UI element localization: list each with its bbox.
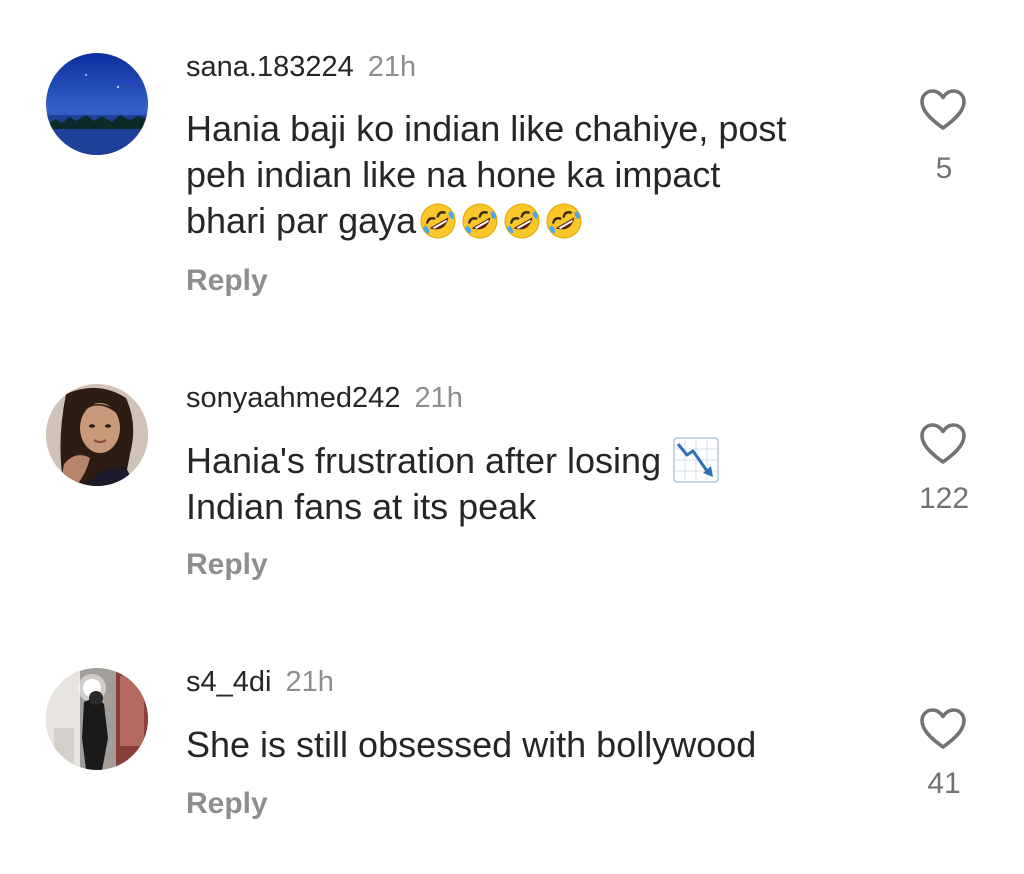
comment-meta: s4_4di 21h <box>186 665 334 699</box>
rolling-on-floor-laughing-emoji-icon <box>544 201 584 241</box>
chart-decreasing-icon <box>673 437 719 483</box>
heart-outline-icon[interactable] <box>919 88 967 132</box>
avatar[interactable] <box>46 53 148 155</box>
heart-outline-icon[interactable] <box>919 422 967 466</box>
comment-text-line: peh indian like na hone ka impact <box>186 154 721 195</box>
comment-text-line: Hania baji ko indian like chahiye, post <box>186 108 787 149</box>
rolling-on-floor-laughing-emoji-icon <box>460 201 500 241</box>
rolling-on-floor-laughing-emoji-icon <box>502 201 542 241</box>
comment-meta: sana.183224 21h <box>186 50 416 84</box>
comment-text-line: She is still obsessed with bollywood <box>186 724 757 765</box>
comment-text: Hania baji ko indian like chahiye, post … <box>186 106 866 244</box>
comment-text-line: Hania's frustration after losing <box>186 437 866 484</box>
rolling-on-floor-laughing-emoji-icon <box>418 201 458 241</box>
comment-text-fragment: bhari par gaya <box>186 200 417 241</box>
comment-text: She is still obsessed with bollywood <box>186 722 866 768</box>
avatar[interactable] <box>46 384 148 486</box>
comment-text-line: Indian fans at its peak <box>186 486 537 527</box>
timestamp: 21h <box>414 382 463 414</box>
comment-text: Hania's frustration after losing Indian … <box>186 437 866 530</box>
username[interactable]: s4_4di <box>186 666 271 698</box>
comment-text-fragment: Hania's frustration after losing <box>186 440 662 481</box>
timestamp: 21h <box>285 666 334 698</box>
reply-button[interactable]: Reply <box>186 264 268 298</box>
heart-outline-icon[interactable] <box>919 707 967 751</box>
like-count: 41 <box>927 767 961 800</box>
like-count: 122 <box>918 482 970 515</box>
username[interactable]: sonyaahmed242 <box>186 382 400 414</box>
username[interactable]: sana.183224 <box>186 51 354 83</box>
comment-text-line: bhari par gaya <box>186 198 866 244</box>
comment-meta: sonyaahmed242 21h <box>186 381 463 415</box>
like-count: 5 <box>935 152 953 185</box>
timestamp: 21h <box>367 51 417 83</box>
reply-button[interactable]: Reply <box>186 548 268 582</box>
reply-button[interactable]: Reply <box>186 787 268 821</box>
comment-feed: sana.183224 21h Hania baji ko indian like… <box>0 0 1024 874</box>
avatar[interactable] <box>46 668 148 770</box>
